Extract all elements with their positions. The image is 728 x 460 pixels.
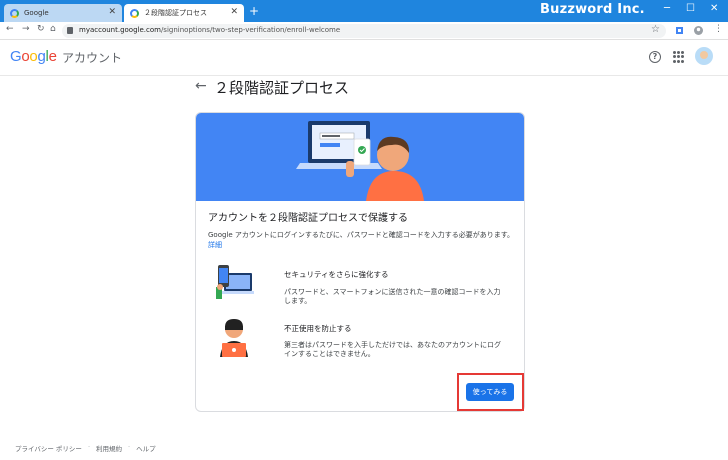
- google-favicon-icon: [10, 8, 19, 18]
- enroll-card: アカウントを２段階認証プロセスで保護する Google アカウントにログインする…: [195, 112, 525, 412]
- close-window-button[interactable]: ✕: [710, 3, 718, 14]
- tab-close-icon[interactable]: ✕: [230, 7, 238, 17]
- back-icon[interactable]: ←: [6, 24, 14, 34]
- details-link[interactable]: 詳細: [208, 241, 222, 249]
- highlight-box: [457, 373, 524, 411]
- apps-grid-icon[interactable]: [673, 51, 685, 63]
- maximize-button[interactable]: ☐: [686, 3, 695, 14]
- minimize-button[interactable]: ─: [664, 3, 670, 14]
- footer-links: プライバシー ポリシー · 利用規約 · ヘルプ: [15, 443, 156, 453]
- blocked-intruder-illustration: [220, 319, 248, 357]
- feature-text-security: パスワードと、スマートフォンに送信された一意の確認コードを入力します。: [284, 288, 501, 305]
- bookmark-star-icon[interactable]: ☆: [651, 24, 660, 35]
- reload-icon[interactable]: ↻: [37, 24, 45, 34]
- watermark-brand: Buzzword Inc.: [540, 2, 645, 17]
- back-arrow-icon[interactable]: ←: [195, 78, 207, 94]
- banner-illustration: [196, 113, 524, 201]
- google-favicon-icon: [130, 8, 139, 18]
- app-header: Google アカウント ?: [0, 40, 728, 76]
- feature-title-prevent: 不正使用を防止する: [284, 324, 352, 333]
- tab-google[interactable]: Google ✕: [4, 4, 122, 22]
- help-icon[interactable]: ?: [649, 51, 661, 63]
- browser-toolbar: ← → ↻ ⌂ myaccount.google.com/signinoptio…: [0, 22, 728, 40]
- home-icon[interactable]: ⌂: [50, 24, 56, 34]
- extension-icon[interactable]: [675, 26, 684, 35]
- new-tab-button[interactable]: +: [249, 4, 259, 18]
- feature-text-prevent: 第三者はパスワードを入手しただけでは、あなたのアカウントにログインすることはでき…: [284, 341, 501, 358]
- feature-title-security: セキュリティをさらに強化する: [284, 270, 389, 279]
- browser-titlebar: Google ✕ ２段階認証プロセス ✕ + Buzzword Inc. ─ ☐…: [0, 0, 728, 22]
- terms-link[interactable]: 利用規約: [96, 443, 122, 453]
- address-bar[interactable]: myaccount.google.com/signinoptions/two-s…: [62, 24, 666, 38]
- google-logo[interactable]: Google: [10, 48, 57, 65]
- url-text: myaccount.google.com/signinoptions/two-s…: [79, 26, 341, 34]
- phone-laptop-illustration: [216, 265, 254, 299]
- card-description: Google アカウントにログインするたびに、パスワードと確認コードを入力する必…: [208, 231, 514, 249]
- page-title: ２段階認証プロセス: [214, 79, 350, 97]
- footer-separator: ·: [128, 443, 131, 451]
- tab-label: Google: [24, 9, 49, 17]
- menu-icon[interactable]: ⋮: [714, 24, 723, 34]
- tab-close-icon[interactable]: ✕: [108, 7, 116, 17]
- privacy-policy-link[interactable]: プライバシー ポリシー: [15, 443, 82, 453]
- footer-separator: ·: [87, 443, 91, 451]
- tab-two-step[interactable]: ２段階認証プロセス ✕: [124, 4, 244, 22]
- lock-icon: [67, 27, 73, 34]
- profile-icon[interactable]: [694, 26, 703, 35]
- card-heading: アカウントを２段階認証プロセスで保護する: [208, 213, 408, 224]
- help-link[interactable]: ヘルプ: [136, 443, 156, 453]
- tab-label: ２段階認証プロセス: [144, 9, 207, 17]
- avatar[interactable]: [695, 47, 713, 65]
- product-name: アカウント: [62, 51, 123, 65]
- forward-icon[interactable]: →: [22, 24, 30, 34]
